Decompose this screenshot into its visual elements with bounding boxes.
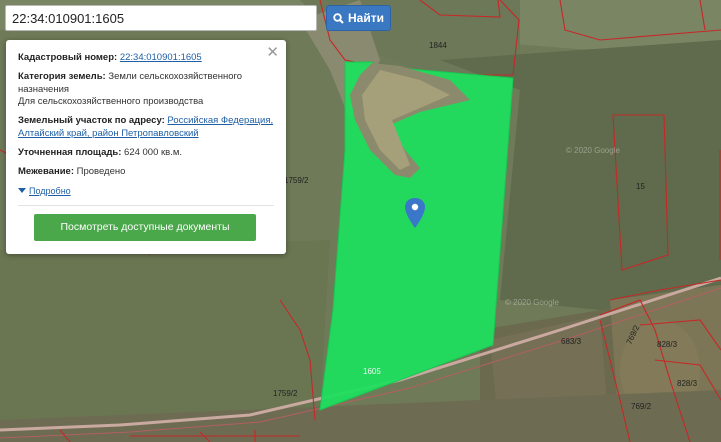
more-details-toggle[interactable]: Подробно (18, 185, 274, 197)
plot-label-1759-2-top: 1759/2 (284, 176, 309, 185)
divider (18, 204, 274, 206)
more-details-link[interactable]: Подробно (29, 185, 71, 197)
cadastral-link[interactable]: 22:34:010901:1605 (120, 52, 202, 63)
cadastral-row: Кадастровый номер: 22:34:010901:1605 (18, 52, 274, 65)
search-button[interactable]: Найти (326, 5, 391, 31)
plot-label-769-2-bottom: 769/2 (631, 402, 652, 411)
category-label: Категория земель: (18, 70, 106, 82)
area-row: Уточненная площадь: 624 000 кв.м. (18, 147, 274, 160)
map-copyright-1: © 2020 Google (566, 146, 620, 155)
plot-label-1605: 1605 (363, 367, 381, 376)
area-value: 624 000 кв.м. (124, 146, 183, 158)
plot-label-828-3-bottom: 828/3 (677, 379, 698, 388)
parcel-info-popup: ✕ Кадастровый номер: 22:34:010901:1605 К… (6, 40, 286, 254)
map-copyright-2: © 2020 Google (505, 298, 559, 307)
category-row: Категория земель: Земли сельскохозяйстве… (18, 71, 274, 109)
plot-label-1844: 1844 (429, 41, 447, 50)
search-button-label: Найти (348, 11, 384, 25)
plot-label-828-3-top: 828/3 (657, 340, 678, 349)
search-input[interactable] (5, 5, 317, 31)
plot-label-15: 15 (636, 182, 645, 191)
survey-value: Проведено (76, 165, 126, 177)
survey-row: Межевание: Проведено (18, 166, 274, 179)
search-icon (333, 12, 344, 24)
close-icon[interactable]: ✕ (266, 45, 279, 60)
address-row: Земельный участок по адресу: Российская … (18, 115, 274, 141)
view-documents-button[interactable]: Посмотреть доступные документы (34, 213, 256, 241)
plot-label-683-3: 683/3 (561, 337, 582, 346)
address-label: Земельный участок по адресу: (18, 115, 165, 127)
area-label: Уточненная площадь: (18, 146, 122, 158)
plot-label-1759-2-bottom: 1759/2 (273, 389, 298, 398)
survey-label: Межевание: (18, 165, 74, 177)
triangle-down-icon (18, 188, 26, 194)
usage-value: Для сельскохозяйственного производства (18, 96, 204, 108)
cadastral-label: Кадастровый номер: (18, 52, 118, 63)
